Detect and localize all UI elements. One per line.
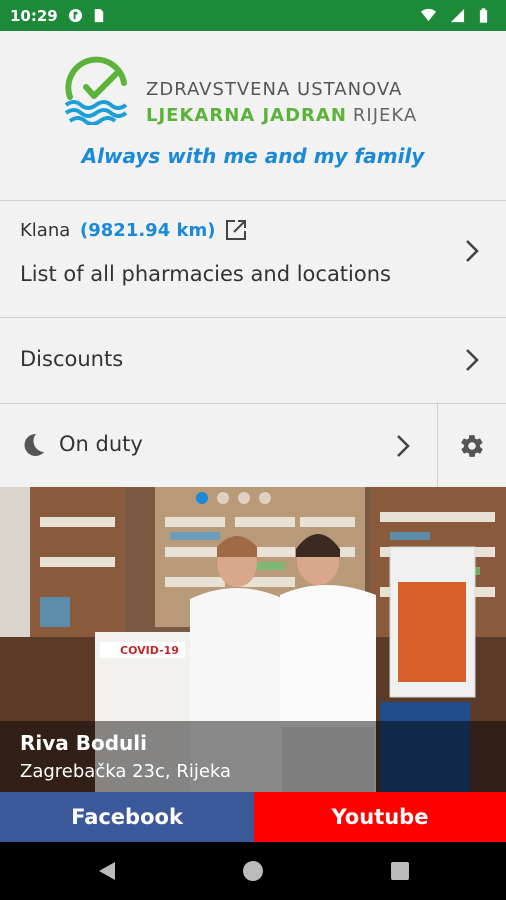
chevron-right-icon: [466, 240, 479, 262]
row-divider: [437, 404, 438, 488]
slide-caption: Riva Boduli Zagrebačka 23c, Rijeka: [0, 721, 506, 792]
slide-indicator: [196, 492, 271, 504]
back-icon[interactable]: [97, 861, 117, 881]
logo-subtitle: LJEKARNA JADRAN RIJEKA: [146, 105, 417, 126]
slide-pharmacy-address: Zagrebačka 23c, Rijeka: [20, 761, 232, 782]
app-notification-icon: [68, 8, 82, 23]
tagline: Always with me and my family: [81, 144, 425, 168]
status-time: 10:29: [10, 6, 58, 25]
slide-dot[interactable]: [217, 492, 229, 504]
location-name: Klana: [20, 220, 71, 241]
gear-icon[interactable]: [459, 433, 485, 459]
header: ZDRAVSTVENA USTANOVA LJEKARNA JADRAN RIJE…: [0, 31, 506, 185]
slide-dot-active[interactable]: [196, 492, 208, 504]
external-link-icon[interactable]: [224, 218, 248, 242]
signal-icon: [450, 8, 465, 23]
svg-text:COVID-19: COVID-19: [120, 644, 179, 657]
youtube-button[interactable]: Youtube: [254, 792, 506, 842]
pharmacy-logo-icon: [64, 56, 128, 125]
location-distance: (9821.94 km): [80, 220, 216, 241]
recents-icon[interactable]: [391, 862, 409, 880]
logo-city: RIJEKA: [352, 105, 418, 126]
on-duty-label: On duty: [59, 432, 143, 456]
facebook-button[interactable]: Facebook: [0, 792, 254, 842]
status-bar: 10:29: [0, 0, 506, 31]
slide-dot[interactable]: [238, 492, 250, 504]
moon-icon: [24, 433, 44, 456]
pharmacies-list-label: List of all pharmacies and locations: [20, 262, 391, 286]
slide-dot[interactable]: [259, 492, 271, 504]
app-screen: 10:29 ZDRAVSTVENA USTANOVA LJEKARNA JADR…: [0, 0, 506, 900]
home-icon[interactable]: [243, 861, 263, 881]
chevron-right-icon: [397, 435, 410, 457]
sd-card-icon: [94, 8, 103, 23]
pharmacy-photo-slideshow[interactable]: COVID-19 Riva Boduli Zagrebačka 23c, Rij…: [0, 487, 506, 792]
wifi-icon: [421, 8, 436, 22]
on-duty-row[interactable]: On duty: [0, 403, 506, 488]
logo-pharmacy-name: LJEKARNA JADRAN: [146, 105, 347, 126]
social-buttons: Facebook Youtube: [0, 792, 506, 842]
chevron-right-icon: [466, 349, 479, 371]
nearest-location: Klana (9821.94 km): [20, 220, 215, 241]
discounts-label: Discounts: [20, 347, 124, 371]
slide-pharmacy-name: Riva Boduli: [20, 731, 148, 755]
discounts-row[interactable]: Discounts: [0, 317, 506, 403]
pharmacies-list-row[interactable]: Klana (9821.94 km) List of all pharmacie…: [0, 200, 506, 317]
logo-title: ZDRAVSTVENA USTANOVA: [146, 79, 403, 100]
battery-icon: [479, 8, 488, 23]
system-nav-bar: [0, 842, 506, 900]
